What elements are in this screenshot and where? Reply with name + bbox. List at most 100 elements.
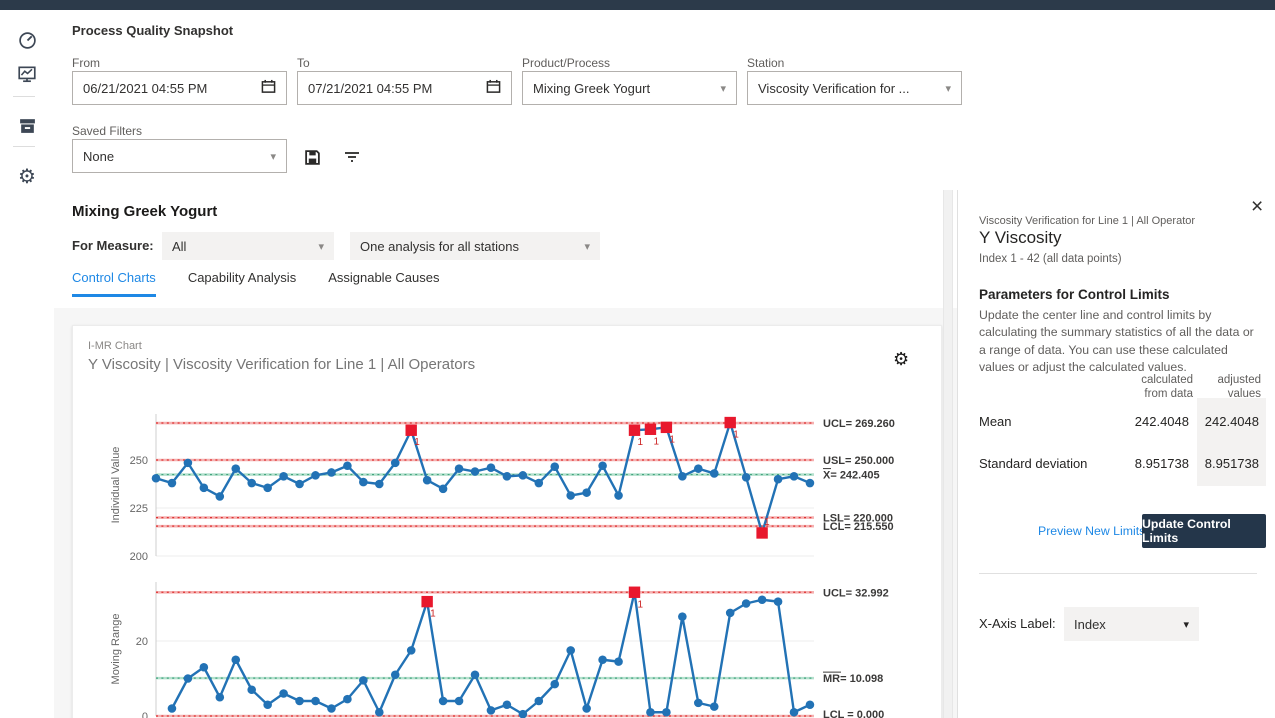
data-point[interactable] — [550, 680, 559, 689]
data-point[interactable] — [487, 706, 496, 715]
data-point[interactable] — [407, 646, 416, 655]
data-point[interactable] — [806, 479, 815, 488]
data-point[interactable] — [614, 657, 623, 666]
data-point[interactable] — [487, 463, 496, 472]
data-point[interactable] — [710, 702, 719, 711]
data-point[interactable] — [216, 492, 225, 501]
data-point[interactable] — [774, 597, 783, 606]
data-point[interactable] — [455, 697, 464, 706]
data-point[interactable] — [566, 646, 575, 655]
data-point[interactable] — [503, 472, 512, 481]
data-point[interactable] — [742, 473, 751, 482]
preview-new-limits-link[interactable]: Preview New Limits — [1038, 524, 1145, 538]
station-dropdown[interactable]: Viscosity Verification for ... ▾ — [747, 71, 962, 105]
data-point[interactable] — [519, 471, 528, 480]
out-of-control-point[interactable] — [406, 425, 417, 436]
data-point[interactable] — [439, 697, 448, 706]
data-point[interactable] — [311, 697, 320, 706]
data-point[interactable] — [806, 700, 815, 709]
data-point[interactable] — [582, 704, 591, 713]
stdev-adjusted-input[interactable]: 8.951738 — [1197, 456, 1259, 471]
data-point[interactable] — [710, 469, 719, 478]
data-point[interactable] — [279, 689, 288, 698]
tab-capability-analysis[interactable]: Capability Analysis — [188, 270, 296, 297]
close-icon[interactable]: × — [1251, 196, 1263, 217]
data-point[interactable] — [742, 599, 751, 608]
data-point[interactable] — [391, 459, 400, 468]
data-point[interactable] — [391, 670, 400, 679]
update-control-limits-button[interactable]: Update Control Limits — [1142, 514, 1266, 548]
out-of-control-point[interactable] — [629, 425, 640, 436]
from-date-input[interactable]: 06/21/2021 04:55 PM — [72, 71, 287, 105]
data-point[interactable] — [359, 478, 368, 487]
data-point[interactable] — [694, 699, 703, 708]
product-process-dropdown[interactable]: Mixing Greek Yogurt ▾ — [522, 71, 737, 105]
saved-filters-dropdown[interactable]: None ▾ — [72, 139, 287, 173]
data-point[interactable] — [359, 676, 368, 685]
data-point[interactable] — [231, 655, 240, 664]
data-point[interactable] — [614, 491, 623, 500]
data-point[interactable] — [279, 472, 288, 481]
data-point[interactable] — [216, 693, 225, 702]
out-of-control-point[interactable] — [645, 424, 656, 435]
data-point[interactable] — [774, 475, 783, 484]
analysis-mode-dropdown[interactable]: One analysis for all stations ▾ — [350, 232, 600, 260]
dashboard-gauge-icon[interactable] — [14, 27, 40, 53]
measure-dropdown[interactable]: All ▾ — [162, 232, 334, 260]
data-point[interactable] — [758, 595, 767, 604]
data-point[interactable] — [598, 655, 607, 664]
data-point[interactable] — [535, 697, 544, 706]
data-point[interactable] — [726, 609, 735, 618]
data-point[interactable] — [503, 700, 512, 709]
data-point[interactable] — [598, 461, 607, 470]
data-point[interactable] — [423, 476, 432, 485]
data-point[interactable] — [247, 479, 256, 488]
data-point[interactable] — [200, 484, 209, 493]
data-point[interactable] — [566, 491, 575, 500]
data-point[interactable] — [295, 480, 304, 489]
data-point[interactable] — [168, 479, 177, 488]
calendar-icon[interactable] — [486, 79, 501, 97]
data-point[interactable] — [455, 464, 464, 473]
data-point[interactable] — [582, 488, 591, 497]
to-date-input[interactable]: 07/21/2021 04:55 PM — [297, 71, 512, 105]
out-of-control-point[interactable] — [661, 422, 672, 433]
data-point[interactable] — [231, 464, 240, 473]
data-point[interactable] — [790, 708, 799, 717]
data-point[interactable] — [263, 484, 272, 493]
data-point[interactable] — [375, 708, 384, 717]
data-point[interactable] — [535, 479, 544, 488]
data-point[interactable] — [200, 663, 209, 672]
tab-assignable-causes[interactable]: Assignable Causes — [328, 270, 439, 297]
data-point[interactable] — [184, 674, 193, 683]
data-point[interactable] — [263, 700, 272, 709]
charts-monitor-icon[interactable] — [14, 61, 40, 87]
data-point[interactable] — [168, 704, 177, 713]
data-point[interactable] — [662, 708, 671, 717]
settings-gear-icon[interactable]: ⚙ — [14, 163, 40, 189]
save-filter-button[interactable] — [301, 146, 323, 168]
data-point[interactable] — [471, 467, 480, 476]
archive-box-icon[interactable] — [14, 112, 40, 138]
data-point[interactable] — [694, 464, 703, 473]
data-point[interactable] — [343, 695, 352, 704]
data-point[interactable] — [790, 472, 799, 481]
data-point[interactable] — [550, 462, 559, 471]
data-point[interactable] — [184, 459, 193, 468]
data-point[interactable] — [678, 612, 687, 621]
data-point[interactable] — [152, 474, 161, 483]
mean-adjusted-input[interactable]: 242.4048 — [1197, 414, 1259, 429]
x-axis-dropdown[interactable]: Index ▾ — [1064, 607, 1199, 641]
data-point[interactable] — [471, 670, 480, 679]
data-point[interactable] — [295, 697, 304, 706]
filter-funnel-icon[interactable] — [341, 146, 363, 168]
data-point[interactable] — [646, 708, 655, 717]
data-point[interactable] — [247, 685, 256, 694]
data-point[interactable] — [439, 485, 448, 494]
out-of-control-point[interactable] — [756, 527, 767, 538]
data-point[interactable] — [678, 472, 687, 481]
data-point[interactable] — [343, 461, 352, 470]
chart-settings-gear-icon[interactable]: ⚙ — [893, 350, 909, 368]
data-point[interactable] — [311, 471, 320, 480]
vertical-scrollbar[interactable] — [943, 190, 953, 718]
